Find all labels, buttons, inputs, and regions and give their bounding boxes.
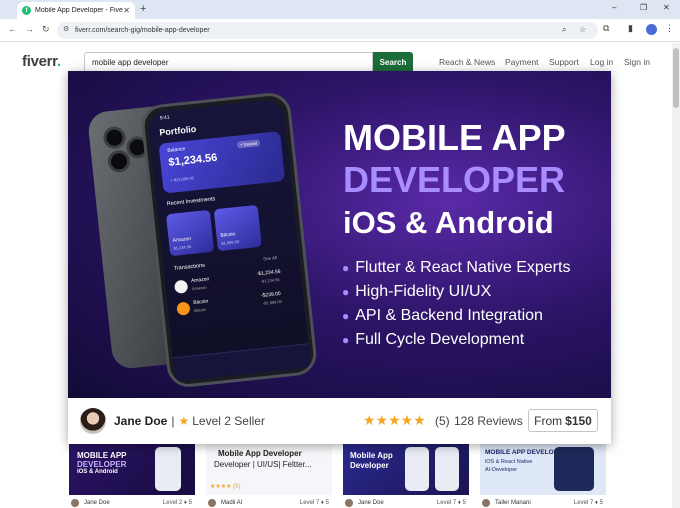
gig-card[interactable]: Mobile App Developer Jane Doe Level 7 ♦ 5 — [343, 443, 469, 508]
banner-title-line3: iOS & Android — [343, 205, 554, 240]
forward-icon[interactable]: → — [25, 24, 34, 34]
new-tab-icon[interactable]: + — [140, 3, 146, 15]
gig-card[interactable]: MOBILE APP DEVELOPER iOS & Android Jane … — [69, 443, 195, 508]
sidepanel-icon[interactable]: ▮ — [628, 23, 633, 34]
nav-support[interactable]: Support — [549, 57, 579, 67]
rating-count: (5) — [435, 414, 450, 428]
browser-tab-strip: f Mobile App Developer - Fiverr ✕ + – ❐ … — [0, 0, 680, 19]
banner-title-line1: MOBILE APP — [343, 117, 566, 158]
gig-card-image: MOBILE APP DEVELOPER iOS & Android — [69, 443, 195, 495]
minimize-icon[interactable]: – — [612, 3, 616, 12]
seller-info-bar: Jane Doe | ★ Level 2 Seller ★★★★★ (5) 12… — [68, 398, 611, 444]
bookmark-star-icon[interactable]: ☆ — [579, 25, 586, 34]
avatar — [345, 499, 353, 507]
seller-level: Level 2 Seller — [192, 414, 265, 428]
back-icon[interactable]: ← — [8, 24, 17, 34]
profile-avatar-icon[interactable] — [646, 24, 657, 35]
banner-bullet: ● Flutter & React Native Experts — [342, 259, 571, 276]
seller-name[interactable]: Jane Doe — [114, 414, 167, 428]
nav-payment[interactable]: Payment — [505, 57, 539, 67]
url-bar[interactable]: ⚙ fiverr.com/search-gig/mobile-app-devel… — [57, 22, 598, 39]
banner-bullet: ● High-Fidelity UI/UX — [342, 283, 492, 300]
url-text: fiverr.com/search-gig/mobile-app-develop… — [75, 27, 210, 34]
search-button[interactable]: Search — [373, 52, 413, 73]
nav-login[interactable]: Log in — [590, 57, 613, 67]
reviews-count[interactable]: 128 Reviews — [454, 414, 523, 428]
nav-reach-news[interactable]: Reach & News — [439, 57, 495, 67]
separator: | — [171, 414, 175, 428]
fiverr-favicon-icon: f — [22, 6, 31, 15]
tab-title: Mobile App Developer - Fiverr — [35, 7, 124, 14]
search-input[interactable]: mobile app developer — [84, 52, 373, 73]
gig-preview-modal: 9:41 Portfolio Balance $1,234.56 + $24,0… — [68, 71, 611, 444]
avatar — [71, 499, 79, 507]
gig-card[interactable]: Mobile App Developer Developer | UI/US| … — [206, 443, 332, 508]
maximize-icon[interactable]: ❐ — [640, 3, 647, 12]
address-row: ← → ↻ ⚙ fiverr.com/search-gig/mobile-app… — [0, 19, 680, 42]
gig-card-image: MOBILE APP DEVELOPER iOS & React Native … — [480, 443, 606, 495]
page-scrollbar[interactable] — [672, 43, 680, 508]
scrollbar-thumb[interactable] — [673, 48, 679, 108]
extensions-icon[interactable]: ⧉ — [603, 23, 609, 34]
seller-avatar[interactable] — [80, 408, 106, 434]
avatar — [482, 499, 490, 507]
avatar — [208, 499, 216, 507]
menu-kebab-icon[interactable]: ⋮ — [665, 23, 674, 34]
zoom-icon[interactable]: ⌕ — [562, 25, 566, 35]
gig-card[interactable]: MOBILE APP DEVELOPER iOS & React Native … — [480, 443, 606, 508]
rating-stars-icon: ★★★★★ — [363, 412, 426, 428]
tab-close-icon[interactable]: ✕ — [123, 6, 130, 15]
fiverr-logo[interactable]: fiverr. — [22, 53, 61, 70]
reload-icon[interactable]: ↻ — [42, 24, 50, 35]
banner-bullet: ● API & Backend Integration — [342, 307, 543, 324]
banner-title-line2: DEVELOPER — [343, 159, 566, 200]
browser-tab[interactable]: f Mobile App Developer - Fiverr ✕ — [17, 2, 135, 19]
nav-signin[interactable]: Sign in — [624, 57, 650, 67]
gig-card-image: Mobile App Developer Developer | UI/US| … — [206, 443, 332, 495]
banner-bullet: ● Full Cycle Development — [342, 331, 525, 348]
gig-card-image: Mobile App Developer — [343, 443, 469, 495]
price-button[interactable]: From $150 — [528, 409, 598, 432]
phone-screen-illustration: 9:41 Portfolio Balance $1,234.56 + $24,0… — [139, 90, 319, 390]
gig-banner-image: 9:41 Portfolio Balance $1,234.56 + $24,0… — [68, 71, 611, 398]
window-close-icon[interactable]: ✕ — [663, 3, 670, 12]
level-star-icon: ★ — [178, 414, 190, 428]
site-info-icon[interactable]: ⚙ — [63, 25, 69, 33]
